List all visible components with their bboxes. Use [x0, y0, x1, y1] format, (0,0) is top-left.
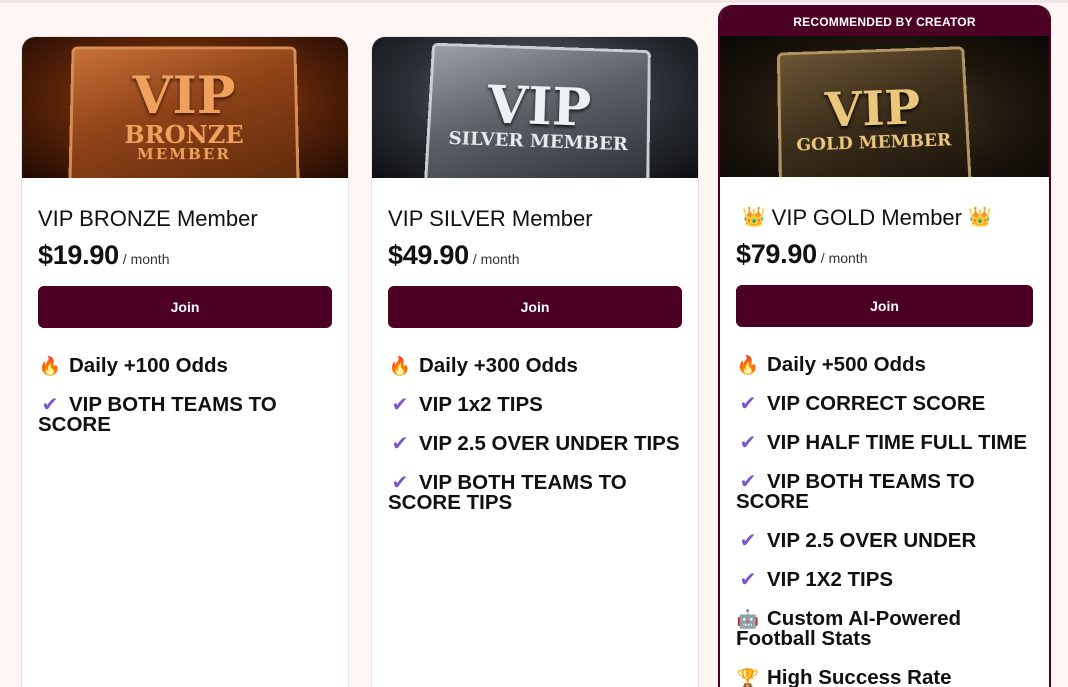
robot-icon: 🤖	[736, 609, 760, 629]
price-period: / month	[472, 251, 520, 267]
pricing-page: VIP BRONZE MEMBER VIP BRONZE Member $19.…	[0, 0, 1068, 687]
feature-item: ✔ VIP BOTH TEAMS TO SCORE	[736, 470, 1033, 513]
feature-list: 🔥 Daily +500 Odds ✔ VIP CORRECT SCORE ✔ VIP…	[736, 353, 1033, 687]
banner-vip-text: VIP	[132, 65, 236, 126]
feature-text: VIP 1x2 TIPS	[419, 393, 543, 416]
feature-item: ✔ VIP BOTH TEAMS TO SCORE TIPS	[388, 471, 682, 514]
banner-vip-text: VIP	[824, 79, 922, 139]
plan-title-text: VIP SILVER Member	[388, 206, 593, 231]
feature-item: 🤖 Custom AI-Powered Football Stats	[736, 607, 1033, 650]
join-button[interactable]: Join	[736, 285, 1033, 327]
feature-item: ✔ VIP 2.5 OVER UNDER TIPS	[388, 432, 682, 455]
feature-item: ✔ VIP BOTH TEAMS TO SCORE	[38, 393, 332, 436]
plan-title: VIP BRONZE Member	[38, 206, 332, 232]
join-button[interactable]: Join	[38, 286, 332, 328]
recommended-badge: RECOMMENDED BY CREATOR	[720, 5, 1049, 36]
feature-item: ✔ VIP 2.5 OVER UNDER	[736, 529, 1033, 552]
banner-sub-text: BRONZE	[124, 119, 244, 149]
feature-text: VIP HALF TIME FULL TIME	[767, 431, 1028, 454]
feature-item: 🔥 Daily +500 Odds	[736, 353, 1033, 376]
feature-item: 🔥 Daily +300 Odds	[388, 354, 682, 377]
feature-text: High Success Rate	[767, 666, 952, 687]
check-icon: ✔	[739, 471, 757, 493]
feature-text: Daily +100 Odds	[69, 354, 228, 377]
trophy-icon: 🏆	[736, 668, 760, 687]
feature-text: VIP CORRECT SCORE	[767, 392, 986, 415]
fire-icon: 🔥	[388, 356, 412, 376]
crown-icon: 👑	[968, 207, 992, 228]
banner-sub2-text: MEMBER	[136, 144, 232, 163]
feature-list: 🔥 Daily +300 Odds ✔ VIP 1x2 TIPS ✔ VIP 2.5 …	[388, 354, 682, 514]
feature-text: Daily +500 Odds	[767, 353, 926, 376]
vip-gold-plate: VIP GOLD MEMBER	[776, 46, 972, 177]
price-period: / month	[820, 250, 868, 266]
vip-silver-plate: VIP SILVER MEMBER	[423, 42, 651, 178]
feature-text: VIP 2.5 OVER UNDER	[767, 529, 977, 552]
check-icon: ✔	[739, 393, 757, 415]
plan-price: $49.90	[388, 240, 469, 270]
check-icon: ✔	[391, 394, 409, 416]
plan-banner-image: VIP SILVER MEMBER	[372, 37, 698, 178]
vip-bronze-plate: VIP BRONZE MEMBER	[68, 46, 300, 178]
top-divider	[0, 0, 1068, 3]
plan-title: 👑 VIP GOLD Member 👑	[736, 205, 1033, 231]
plan-card-gold: RECOMMENDED BY CREATOR VIP GOLD MEMBER 👑…	[718, 5, 1051, 687]
banner-sub-text: GOLD MEMBER	[796, 130, 952, 156]
check-icon: ✔	[391, 433, 409, 455]
fire-icon: 🔥	[736, 355, 760, 375]
check-icon: ✔	[391, 472, 409, 494]
fire-icon: 🔥	[38, 356, 62, 376]
plan-price: $79.90	[736, 239, 817, 269]
join-button[interactable]: Join	[388, 286, 682, 328]
price-row: $49.90 / month	[388, 240, 682, 271]
feature-text: VIP BOTH TEAMS TO SCORE TIPS	[388, 471, 627, 514]
price-row: $79.90 / month	[736, 239, 1033, 270]
feature-item: 🏆 High Success Rate	[736, 666, 1033, 687]
feature-text: VIP BOTH TEAMS TO SCORE	[736, 470, 975, 513]
check-icon: ✔	[739, 530, 757, 552]
feature-item: ✔ VIP CORRECT SCORE	[736, 392, 1033, 415]
plan-title: VIP SILVER Member	[388, 206, 682, 232]
feature-text: VIP BOTH TEAMS TO SCORE	[38, 393, 277, 436]
price-period: / month	[122, 251, 170, 267]
feature-item: ✔ VIP 1X2 TIPS	[736, 568, 1033, 591]
plan-title-text: VIP GOLD Member	[771, 205, 962, 230]
crown-icon: 👑	[742, 207, 766, 228]
price-row: $19.90 / month	[38, 240, 332, 271]
plan-banner-image: VIP BRONZE MEMBER	[22, 37, 348, 178]
banner-sub-text: SILVER MEMBER	[448, 127, 628, 155]
banner-vip-text: VIP	[486, 74, 592, 139]
feature-item: 🔥 Daily +100 Odds	[38, 354, 332, 377]
check-icon: ✔	[41, 394, 59, 416]
check-icon: ✔	[739, 569, 757, 591]
feature-text: VIP 2.5 OVER UNDER TIPS	[419, 432, 680, 455]
plan-title-text: VIP BRONZE Member	[38, 206, 258, 231]
plan-card-bronze: VIP BRONZE MEMBER VIP BRONZE Member $19.…	[21, 36, 349, 687]
feature-text: VIP 1X2 TIPS	[767, 568, 894, 591]
check-icon: ✔	[739, 432, 757, 454]
feature-text: Daily +300 Odds	[419, 354, 578, 377]
plan-banner-image: VIP GOLD MEMBER	[720, 36, 1049, 177]
feature-item: ✔ VIP 1x2 TIPS	[388, 393, 682, 416]
feature-text: Custom AI-Powered Football Stats	[736, 607, 962, 650]
feature-item: ✔ VIP HALF TIME FULL TIME	[736, 431, 1033, 454]
plan-price: $19.90	[38, 240, 119, 270]
plan-card-silver: VIP SILVER MEMBER VIP SILVER Member $49.…	[371, 36, 699, 687]
feature-list: 🔥 Daily +100 Odds ✔ VIP BOTH TEAMS TO SCOR…	[38, 354, 332, 436]
